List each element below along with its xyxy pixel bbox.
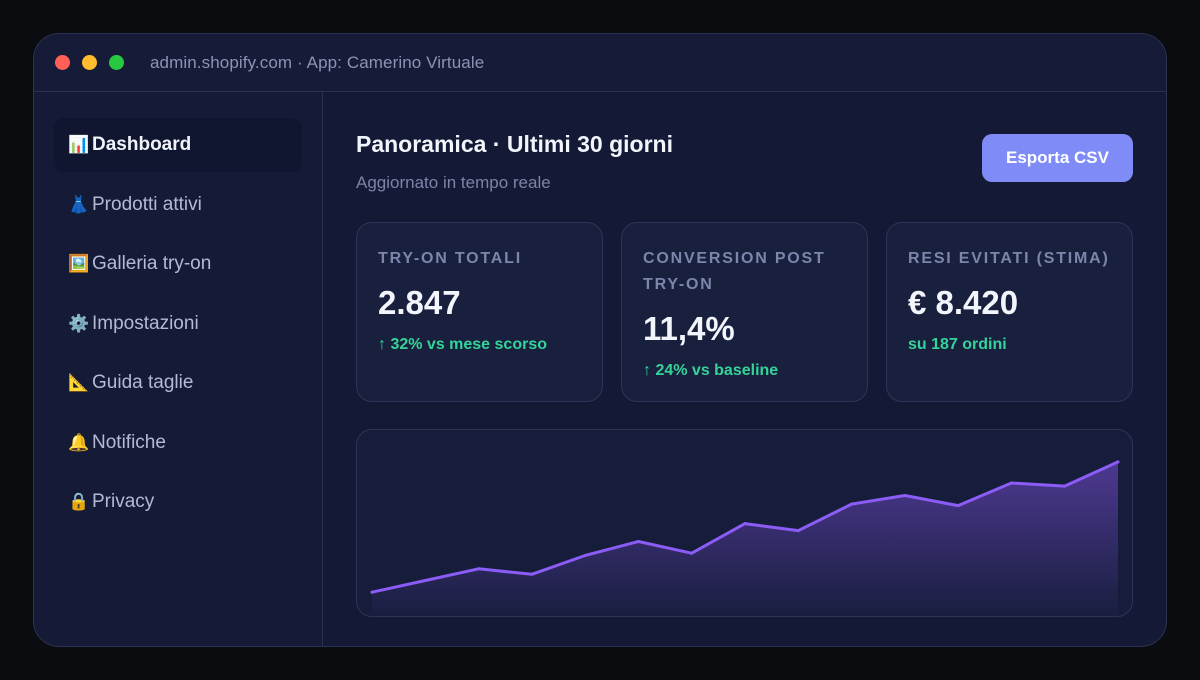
sidebar-item-privacy[interactable]: 🔒 Privacy xyxy=(54,475,302,529)
picture-icon: 🖼️ xyxy=(68,254,90,273)
sidebar-item-label: Prodotti attivi xyxy=(92,193,202,215)
page-title: Panoramica · Ultimi 30 giorni xyxy=(356,131,673,157)
minimize-window-button[interactable] xyxy=(82,55,97,70)
data-point xyxy=(477,567,481,571)
window-title: admin.shopify.com · App: Camerino Virtua… xyxy=(150,52,485,72)
kpi-value: 2.847 xyxy=(378,284,461,321)
sidebar-item-label: Impostazioni xyxy=(92,312,199,334)
title-bar: admin.shopify.com · App: Camerino Virtua… xyxy=(34,34,1166,92)
data-point xyxy=(956,504,960,508)
data-point xyxy=(1116,460,1120,464)
sidebar-item-label: Guida taglie xyxy=(92,372,194,393)
sidebar-item-label: Privacy xyxy=(92,491,155,512)
kpi-label: RESI EVITATI (STIMA) xyxy=(908,250,1110,267)
kpi-value: € 8.420 xyxy=(908,284,1019,321)
export-csv-button[interactable]: Esporta CSV xyxy=(982,134,1133,182)
kpi-card-conversion: CONVERSION POST TRY-ON 11,4% ↑ 24% vs ba… xyxy=(621,222,868,402)
trend-chart xyxy=(370,460,1120,616)
maximize-window-button[interactable] xyxy=(109,55,124,70)
sidebar-item-notifiche[interactable]: 🔔 Notifiche xyxy=(54,416,302,470)
sidebar-item-galleria-try-on[interactable]: 🖼️ Galleria try-on xyxy=(54,237,302,291)
sidebar-item-label: Notifiche xyxy=(92,431,166,453)
data-point xyxy=(1009,481,1013,485)
main-content: Panoramica · Ultimi 30 giorni Aggiornato… xyxy=(323,92,1166,646)
data-point xyxy=(1063,484,1067,488)
lock-icon: 🔒 xyxy=(68,492,90,511)
kpi-card-resi-evitati: RESI EVITATI (STIMA) € 8.420 su 187 ordi… xyxy=(886,222,1133,402)
sidebar-item-label: Dashboard xyxy=(92,134,192,155)
dress-icon: 👗 xyxy=(68,194,90,214)
data-point xyxy=(583,554,587,558)
data-point xyxy=(796,529,800,533)
bell-icon: 🔔 xyxy=(68,432,90,452)
kpi-delta: su 187 ordini xyxy=(908,336,1007,353)
sidebar-item-label: Galleria try-on xyxy=(92,253,212,274)
data-point xyxy=(530,572,534,576)
page-subtitle: Aggiornato in tempo reale xyxy=(356,173,551,192)
data-point xyxy=(743,522,747,526)
data-point xyxy=(903,493,907,497)
kpi-value: 11,4% xyxy=(643,310,735,347)
sidebar: 📊 Dashboard 👗 Prodotti attivi 🖼️ Galleri… xyxy=(34,92,323,646)
data-point xyxy=(636,540,640,543)
kpi-label: CONVERSION POST TRY-ON xyxy=(643,250,826,293)
app-window: admin.shopify.com · App: Camerino Virtua… xyxy=(33,33,1167,647)
kpi-delta: ↑ 32% vs mese scorso xyxy=(378,336,547,353)
kpi-label: TRY-ON TOTALI xyxy=(378,250,522,267)
kpi-card-try-on-totali: TRY-ON TOTALI 2.847 ↑ 32% vs mese scorso xyxy=(356,222,603,402)
ruler-icon: 📐 xyxy=(68,373,90,392)
page-header: Panoramica · Ultimi 30 giorni Aggiornato… xyxy=(356,129,1133,193)
sidebar-item-impostazioni[interactable]: ⚙️ Impostazioni xyxy=(54,297,302,351)
data-point xyxy=(370,590,374,594)
gear-icon: ⚙️ xyxy=(68,313,90,333)
close-window-button[interactable] xyxy=(55,55,70,70)
kpi-delta: ↑ 24% vs baseline xyxy=(643,362,779,379)
sidebar-item-guida-taglie[interactable]: 📐 Guida taglie xyxy=(54,356,302,410)
data-point xyxy=(850,502,854,506)
trend-chart-card xyxy=(356,429,1133,617)
kpi-cards: TRY-ON TOTALI 2.847 ↑ 32% vs mese scorso… xyxy=(356,222,1133,402)
data-point xyxy=(423,579,427,582)
sidebar-item-prodotti-attivi[interactable]: 👗 Prodotti attivi xyxy=(54,178,302,232)
data-point xyxy=(690,551,694,555)
bar-chart-icon: 📊 xyxy=(68,135,90,154)
sidebar-item-dashboard[interactable]: 📊 Dashboard xyxy=(54,118,302,172)
